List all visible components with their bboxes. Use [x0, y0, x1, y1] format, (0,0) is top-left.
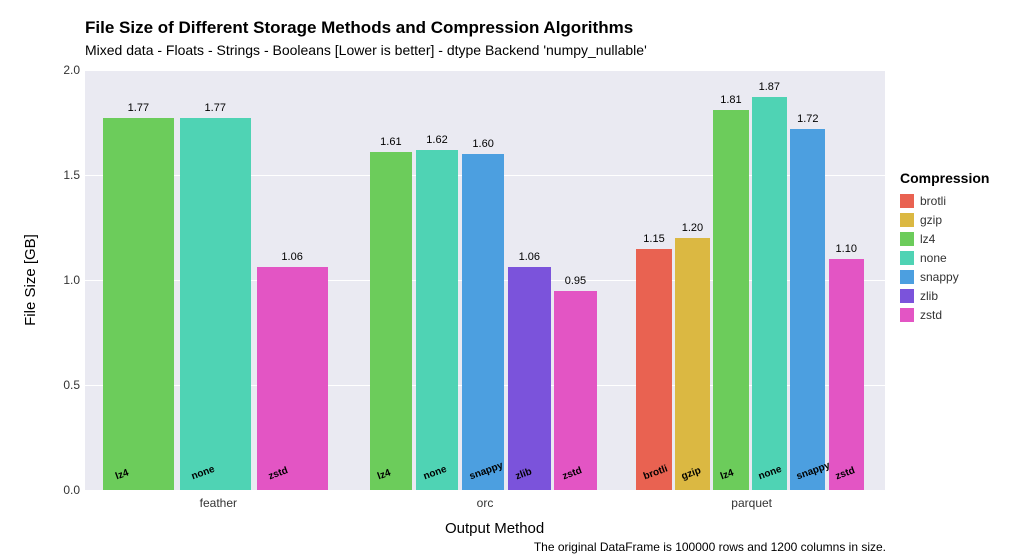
bar-parquet-none — [752, 97, 787, 490]
legend-item-zstd: zstd — [900, 308, 1020, 322]
bar-value-label: 1.20 — [682, 222, 703, 234]
bar-value-label: 1.72 — [797, 113, 818, 125]
bar-value-label: 1.06 — [281, 251, 302, 263]
bar-value-label: 1.62 — [426, 134, 447, 146]
chart-subtitle: Mixed data - Floats - Strings - Booleans… — [85, 42, 647, 58]
y-tick-label: 1.5 — [63, 168, 80, 182]
legend-item-zlib: zlib — [900, 289, 1020, 303]
legend-label: zlib — [920, 289, 938, 303]
x-group-label: feather — [200, 496, 237, 510]
bar-orc-none — [416, 150, 458, 490]
legend-item-lz4: lz4 — [900, 232, 1020, 246]
chart-container: File Size of Different Storage Methods a… — [0, 0, 1024, 558]
legend-swatch — [900, 194, 914, 208]
bar-feather-lz4 — [103, 118, 174, 490]
legend-item-none: none — [900, 251, 1020, 265]
x-axis-label: Output Method — [445, 520, 544, 537]
legend-title: Compression — [900, 170, 1020, 186]
legend-swatch — [900, 213, 914, 227]
chart-caption: The original DataFrame is 100000 rows an… — [534, 540, 886, 554]
bar-value-label: 1.87 — [759, 81, 780, 93]
bar-feather-zstd — [257, 267, 328, 490]
x-group-label: parquet — [731, 496, 772, 510]
x-group-label: orc — [477, 496, 494, 510]
legend: Compression brotli gzip lz4 none snappy zlib z… — [900, 170, 1020, 327]
legend-swatch — [900, 289, 914, 303]
bar-parquet-lz4 — [713, 110, 748, 490]
bar-value-label: 1.06 — [519, 251, 540, 263]
legend-swatch — [900, 308, 914, 322]
bar-value-label: 1.81 — [720, 94, 741, 106]
chart-title: File Size of Different Storage Methods a… — [85, 18, 633, 38]
bar-parquet-brotli — [636, 249, 671, 491]
bar-value-label: 1.77 — [205, 102, 226, 114]
bar-orc-zlib — [508, 267, 550, 490]
y-tick-label: 1.0 — [63, 273, 80, 287]
legend-label: lz4 — [920, 232, 935, 246]
gridline — [85, 490, 885, 491]
bar-orc-zstd — [554, 291, 596, 491]
bar-value-label: 1.15 — [643, 233, 664, 245]
legend-swatch — [900, 232, 914, 246]
bar-value-label: 1.10 — [836, 243, 857, 255]
legend-item-gzip: gzip — [900, 213, 1020, 227]
bar-orc-snappy — [462, 154, 504, 490]
bar-orc-lz4 — [370, 152, 412, 490]
legend-item-brotli: brotli — [900, 194, 1020, 208]
bar-parquet-gzip — [675, 238, 710, 490]
bar-value-label: 1.77 — [128, 102, 149, 114]
legend-label: none — [920, 251, 947, 265]
gridline — [85, 70, 885, 71]
legend-item-snappy: snappy — [900, 270, 1020, 284]
legend-label: brotli — [920, 194, 946, 208]
legend-label: gzip — [920, 213, 942, 227]
y-tick-label: 2.0 — [63, 63, 80, 77]
bar-value-label: 1.60 — [472, 138, 493, 150]
bar-value-label: 1.61 — [380, 136, 401, 148]
legend-swatch — [900, 251, 914, 265]
legend-label: snappy — [920, 270, 959, 284]
legend-swatch — [900, 270, 914, 284]
bar-value-label: 0.95 — [565, 275, 586, 287]
legend-label: zstd — [920, 308, 942, 322]
y-tick-label: 0.5 — [63, 378, 80, 392]
y-tick-label: 0.0 — [63, 483, 80, 497]
bar-parquet-zstd — [829, 259, 864, 490]
y-axis-label: File Size [GB] — [22, 234, 39, 326]
bar-feather-none — [180, 118, 251, 490]
plot-area: 1.77lz41.77none1.06zstd1.61lz41.62none1.… — [85, 70, 885, 490]
bar-parquet-snappy — [790, 129, 825, 490]
